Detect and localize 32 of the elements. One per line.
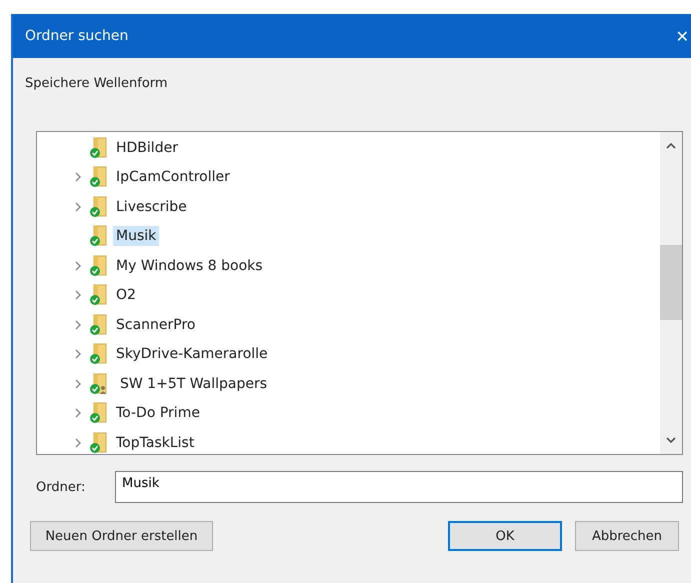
chevron-icon[interactable]	[75, 438, 81, 448]
scrollbar[interactable]	[660, 132, 682, 454]
scroll-down-icon[interactable]	[666, 436, 676, 444]
folder-item[interactable]: SW 1+5T Wallpapers	[117, 374, 270, 394]
folder-item[interactable]: Musik	[113, 226, 160, 246]
folder-item[interactable]: To-Do Prime	[113, 403, 203, 424]
folder-input[interactable]: Musik	[115, 471, 683, 503]
window-title: Ordner suchen	[25, 28, 128, 44]
folder-item[interactable]: SkyDrive-Kamerarolle	[113, 344, 271, 364]
chevron-icon[interactable]	[75, 378, 81, 389]
dialog-button[interactable]: Abbrechen	[575, 521, 679, 551]
chevron-icon[interactable]	[75, 290, 81, 300]
folder-item[interactable]: TopTaskList	[113, 432, 198, 453]
dialog-button[interactable]: Neuen Ordner erstellen	[30, 521, 213, 551]
folder-item[interactable]: O2	[113, 285, 139, 306]
chevron-icon[interactable]	[75, 260, 81, 271]
folder-item[interactable]: My Windows 8 books	[113, 256, 266, 276]
scroll-thumb[interactable]	[660, 245, 682, 320]
folder-label: Ordner:	[36, 480, 86, 494]
folder-item[interactable]: Livescribe	[113, 196, 190, 217]
chevron-icon[interactable]	[75, 349, 81, 360]
folder-item[interactable]: HDBilder	[113, 138, 181, 158]
folder-item[interactable]: ScannerPro	[113, 314, 198, 335]
chevron-icon[interactable]	[75, 408, 81, 418]
description-text: Speichere Wellenform	[25, 76, 169, 91]
chevron-icon[interactable]	[75, 202, 81, 212]
chevron-icon[interactable]	[75, 172, 81, 182]
close-button[interactable]: ✕	[674, 26, 691, 46]
chevron-icon[interactable]	[75, 320, 81, 330]
dialog-button[interactable]: OK	[448, 521, 562, 551]
folder-item[interactable]: IpCamController	[113, 167, 233, 188]
scroll-up-icon[interactable]	[666, 142, 676, 150]
